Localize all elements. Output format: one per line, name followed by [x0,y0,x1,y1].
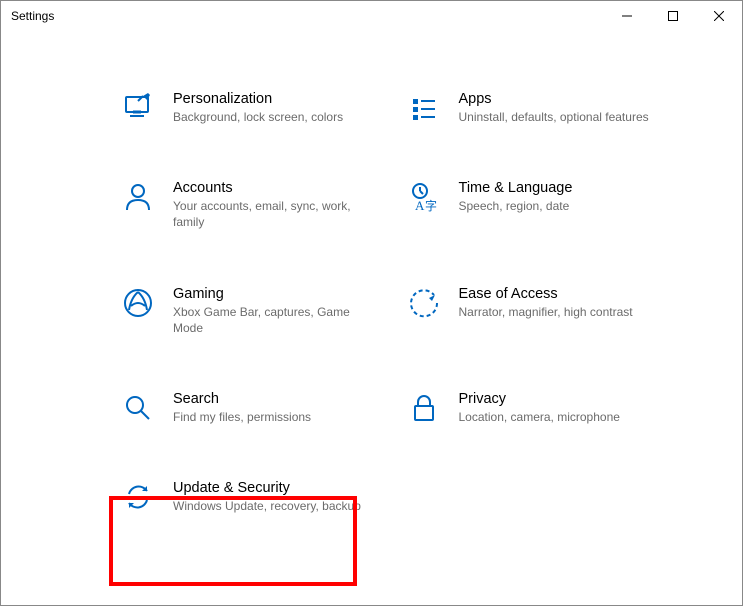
window-title: Settings [11,9,54,23]
update-security-icon [121,480,155,514]
close-button[interactable] [696,1,742,31]
category-personalization[interactable]: Personalization Background, lock screen,… [121,91,377,125]
category-title: Time & Language [459,180,663,196]
category-desc: Your accounts, email, sync, work, family [173,198,377,230]
category-title: Search [173,391,377,407]
privacy-icon [407,391,441,425]
minimize-icon [622,11,632,21]
category-title: Accounts [173,180,377,196]
svg-text:字: 字 [425,198,437,213]
maximize-button[interactable] [650,1,696,31]
minimize-button[interactable] [604,1,650,31]
settings-content: Personalization Background, lock screen,… [1,31,742,534]
category-desc: Xbox Game Bar, captures, Game Mode [173,304,377,336]
category-accounts[interactable]: Accounts Your accounts, email, sync, wor… [121,180,377,230]
category-title: Ease of Access [459,286,663,302]
ease-of-access-icon [407,286,441,320]
category-desc: Find my files, permissions [173,409,377,425]
close-icon [714,11,724,21]
category-gaming[interactable]: Gaming Xbox Game Bar, captures, Game Mod… [121,286,377,336]
category-desc: Windows Update, recovery, backup [173,498,377,514]
category-title: Apps [459,91,663,107]
accounts-icon [121,180,155,214]
category-time-language[interactable]: A 字 Time & Language Speech, region, date [407,180,663,230]
personalization-icon [121,91,155,125]
category-ease-of-access[interactable]: Ease of Access Narrator, magnifier, high… [407,286,663,336]
category-title: Update & Security [173,480,377,496]
category-desc: Speech, region, date [459,198,663,214]
apps-icon [407,91,441,125]
category-title: Gaming [173,286,377,302]
category-desc: Location, camera, microphone [459,409,663,425]
categories-grid: Personalization Background, lock screen,… [121,91,662,514]
category-title: Privacy [459,391,663,407]
maximize-icon [668,11,678,21]
category-desc: Background, lock screen, colors [173,109,377,125]
search-icon [121,391,155,425]
category-title: Personalization [173,91,377,107]
category-update-security[interactable]: Update & Security Windows Update, recove… [121,480,377,514]
time-language-icon: A 字 [407,180,441,214]
gaming-icon [121,286,155,320]
titlebar: Settings [1,1,742,31]
category-desc: Uninstall, defaults, optional features [459,109,663,125]
category-search[interactable]: Search Find my files, permissions [121,391,377,425]
category-privacy[interactable]: Privacy Location, camera, microphone [407,391,663,425]
category-apps[interactable]: Apps Uninstall, defaults, optional featu… [407,91,663,125]
category-desc: Narrator, magnifier, high contrast [459,304,663,320]
svg-text:A: A [415,198,425,213]
